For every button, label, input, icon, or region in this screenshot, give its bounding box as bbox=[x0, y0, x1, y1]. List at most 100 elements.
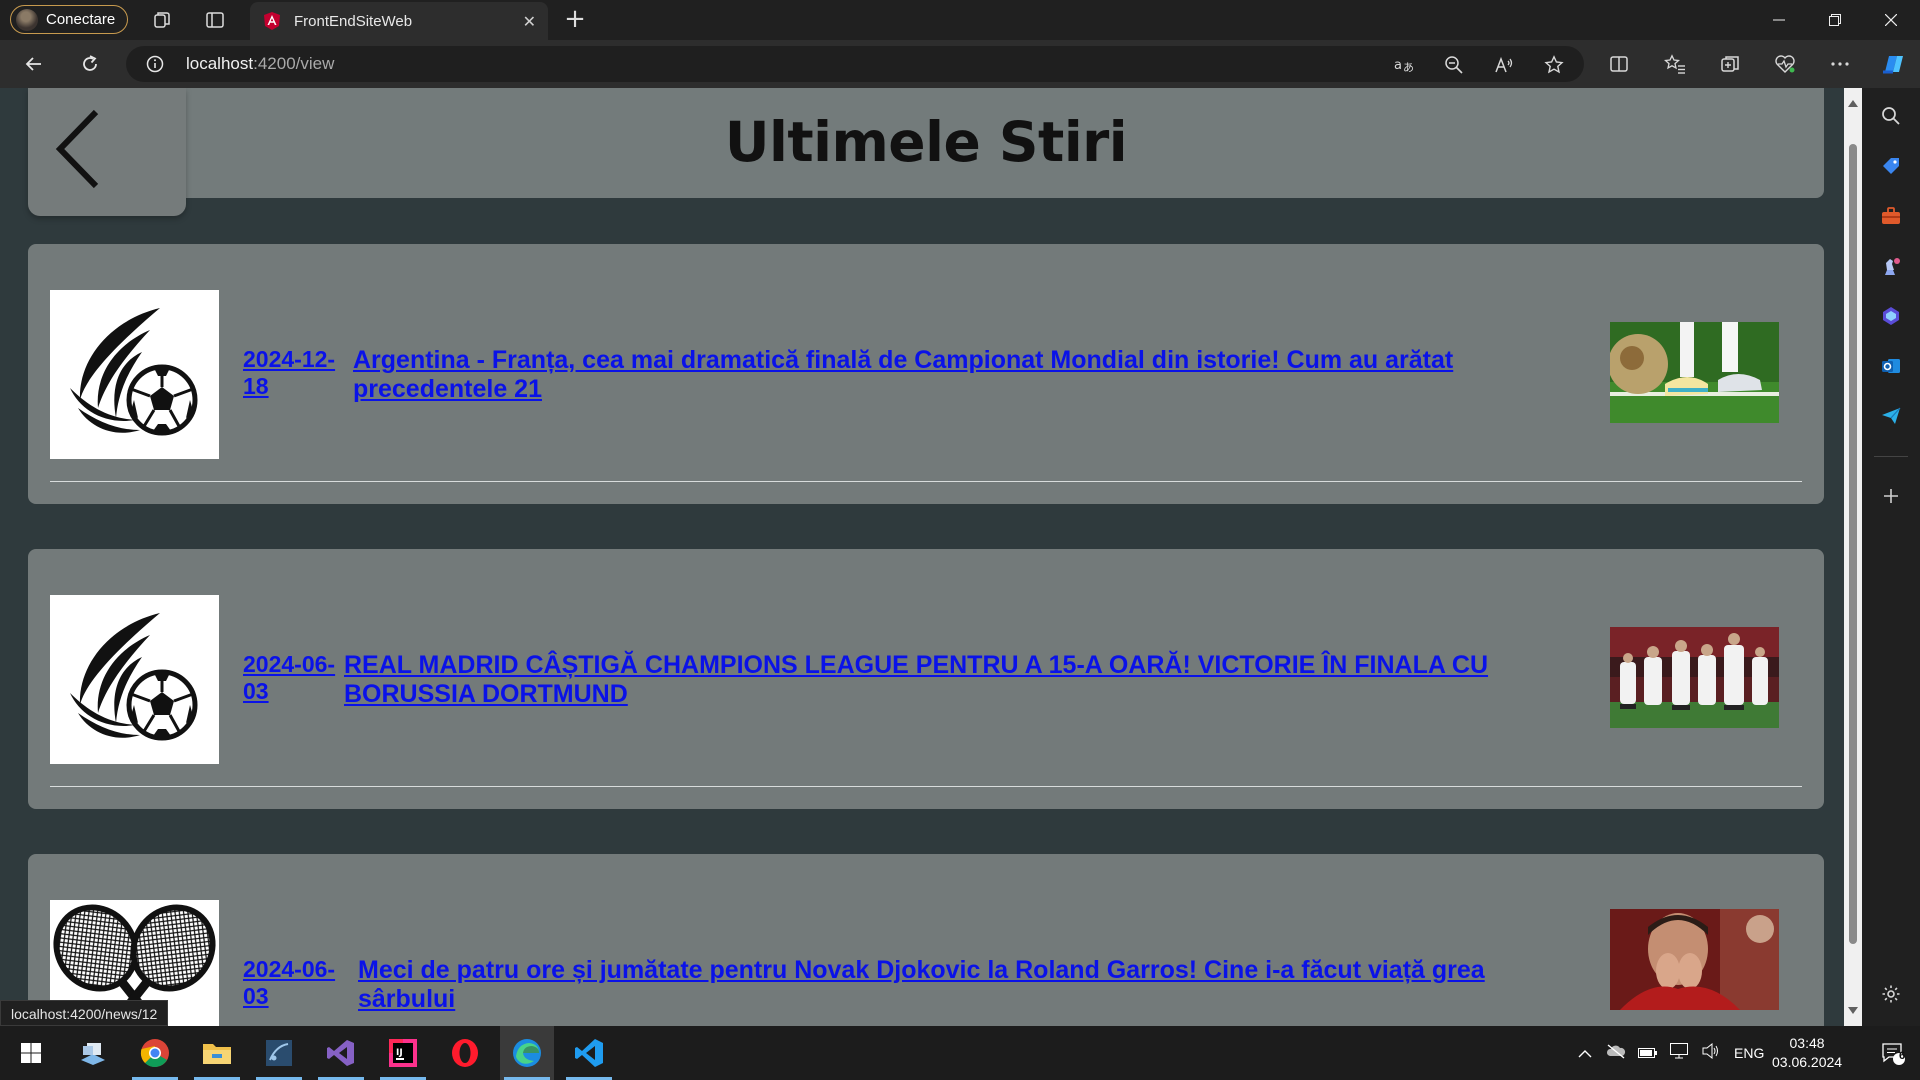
refresh-button[interactable] bbox=[74, 48, 106, 80]
scroll-up-arrow[interactable] bbox=[1848, 100, 1858, 107]
profile-label: Conectare bbox=[46, 11, 116, 28]
team-celebration-photo[interactable] bbox=[1610, 627, 1779, 728]
news-date[interactable]: 2024-06- 03 bbox=[243, 956, 343, 1010]
task-view-icon[interactable] bbox=[66, 1026, 120, 1080]
system-tray: ENG bbox=[1578, 1026, 1764, 1080]
add-icon[interactable] bbox=[1879, 484, 1903, 508]
news-date-line: 03 bbox=[243, 983, 269, 1009]
read-aloud-icon[interactable] bbox=[1492, 53, 1516, 77]
microsoft365-icon[interactable] bbox=[1879, 304, 1903, 328]
workbench-icon[interactable] bbox=[252, 1026, 306, 1080]
address-bar[interactable]: localhost:4200/view aあ bbox=[126, 46, 1584, 82]
notifications-icon[interactable]: 6 bbox=[1866, 1026, 1920, 1080]
translate-icon[interactable]: aあ bbox=[1392, 53, 1416, 77]
vertical-tabs-icon[interactable] bbox=[201, 6, 229, 34]
onedrive-offline-icon[interactable] bbox=[1606, 1043, 1626, 1063]
zoom-out-icon[interactable] bbox=[1442, 53, 1466, 77]
news-title-line: REAL MADRID CÂȘTIGĂ CHAMPIONS LEAGUE PEN… bbox=[344, 651, 1489, 679]
browser-essentials-icon[interactable] bbox=[1771, 50, 1799, 78]
news-title-line: Meci de patru ore și jumătate pentru Nov… bbox=[358, 956, 1485, 984]
settings-gear-icon[interactable] bbox=[1879, 982, 1903, 1006]
edge-sidebar bbox=[1862, 88, 1920, 1026]
divider bbox=[50, 786, 1802, 787]
browser-titlebar: Conectare FrontEndSiteWeb ✕ + bbox=[0, 0, 1920, 40]
clock-time: 03:48 bbox=[1789, 1035, 1825, 1051]
copilot-icon[interactable] bbox=[1877, 48, 1909, 80]
url-path: :4200/view bbox=[253, 54, 335, 73]
news-date[interactable]: 2024-12- 18 bbox=[243, 346, 343, 400]
workspaces-icon[interactable] bbox=[148, 6, 176, 34]
favorite-star-icon[interactable] bbox=[1542, 53, 1566, 77]
windows-taskbar: IJ ENG 03:48 03.06.2024 6 bbox=[0, 1026, 1920, 1080]
news-date-line: 03 bbox=[243, 678, 269, 704]
page-header: Ultimele Stiri bbox=[28, 88, 1824, 198]
news-title-line: precedentele 21 bbox=[353, 375, 542, 403]
edge-icon[interactable] bbox=[500, 1026, 554, 1080]
news-date-line: 2024-12- bbox=[243, 346, 336, 372]
news-title-line: sârbului bbox=[358, 985, 456, 1013]
page-scrollbar[interactable] bbox=[1844, 88, 1862, 1026]
windows-start-icon[interactable] bbox=[4, 1026, 58, 1080]
news-date-line: 18 bbox=[243, 373, 269, 399]
restore-button[interactable] bbox=[1806, 0, 1864, 40]
intellij-icon[interactable]: IJ bbox=[376, 1026, 430, 1080]
minimize-button[interactable] bbox=[1750, 0, 1808, 40]
close-window-button[interactable] bbox=[1862, 0, 1920, 40]
profile-button[interactable]: Conectare bbox=[10, 5, 129, 34]
favorites-icon[interactable] bbox=[1661, 50, 1689, 78]
news-date-line: 2024-06- bbox=[243, 956, 336, 982]
clock-date: 03.06.2024 bbox=[1772, 1054, 1843, 1070]
back-button[interactable] bbox=[28, 88, 186, 216]
djokovic-photo[interactable] bbox=[1610, 909, 1779, 1010]
new-tab-button[interactable]: + bbox=[560, 5, 590, 33]
scroll-thumb[interactable] bbox=[1849, 144, 1857, 944]
search-icon[interactable] bbox=[1879, 104, 1903, 128]
news-title-link[interactable]: Meci de patru ore și jumătate pentru Nov… bbox=[358, 956, 1485, 1014]
browser-toolbar: localhost:4200/view aあ bbox=[0, 40, 1920, 88]
tab-close-icon[interactable]: ✕ bbox=[523, 12, 536, 31]
url-text: localhost:4200/view bbox=[186, 54, 334, 74]
svg-text:あ: あ bbox=[1403, 61, 1414, 74]
news-title-link[interactable]: Argentina - Franța, cea mai dramatică fi… bbox=[353, 346, 1453, 404]
news-card: 2024-12- 18 Argentina - Franța, cea mai d… bbox=[28, 244, 1824, 504]
football-boots-photo[interactable] bbox=[1610, 322, 1779, 423]
angular-icon bbox=[264, 12, 280, 30]
tools-icon[interactable] bbox=[1879, 204, 1903, 228]
language-indicator[interactable]: ENG bbox=[1734, 1045, 1764, 1061]
svg-text:IJ: IJ bbox=[396, 1048, 403, 1058]
back-nav-button[interactable] bbox=[18, 48, 50, 80]
tab-frontendsiteweb[interactable]: FrontEndSiteWeb ✕ bbox=[250, 2, 548, 40]
network-icon[interactable] bbox=[1670, 1043, 1690, 1063]
volume-icon[interactable] bbox=[1702, 1042, 1720, 1063]
collections-icon[interactable] bbox=[1716, 50, 1744, 78]
file-explorer-icon[interactable] bbox=[190, 1026, 244, 1080]
news-card: 2024-06- 03 Meci de patru ore și jumătate… bbox=[28, 854, 1824, 1026]
more-menu-icon[interactable] bbox=[1826, 50, 1854, 78]
system-clock[interactable]: 03:48 03.06.2024 bbox=[1772, 1034, 1842, 1072]
vscode-icon[interactable] bbox=[562, 1026, 616, 1080]
split-screen-icon[interactable] bbox=[1605, 50, 1633, 78]
sidebar-divider bbox=[1874, 456, 1908, 457]
scroll-down-arrow[interactable] bbox=[1848, 1007, 1858, 1014]
send-icon[interactable] bbox=[1879, 404, 1903, 428]
news-title-link[interactable]: REAL MADRID CÂȘTIGĂ CHAMPIONS LEAGUE PEN… bbox=[344, 651, 1488, 709]
svg-text:a: a bbox=[1394, 58, 1402, 73]
chevron-left-icon bbox=[55, 109, 99, 189]
soccer-ball-icon bbox=[50, 595, 219, 764]
games-icon[interactable] bbox=[1879, 254, 1903, 278]
outlook-icon[interactable] bbox=[1879, 354, 1903, 378]
chrome-icon[interactable] bbox=[128, 1026, 182, 1080]
page-viewport: Ultimele Stiri 2024-12- 18 Argentina - F… bbox=[0, 88, 1844, 1026]
notification-count-badge: 6 bbox=[1899, 1050, 1906, 1062]
shopping-tag-icon[interactable] bbox=[1879, 154, 1903, 178]
chevron-up-icon[interactable] bbox=[1578, 1044, 1592, 1063]
url-host: localhost bbox=[186, 54, 254, 73]
avatar bbox=[16, 8, 38, 31]
battery-icon[interactable] bbox=[1638, 1044, 1658, 1063]
news-title-line: Argentina - Franța, cea mai dramatică fi… bbox=[353, 346, 1454, 374]
news-date-line: 2024-06- bbox=[243, 651, 336, 677]
opera-icon[interactable] bbox=[438, 1026, 492, 1080]
news-date[interactable]: 2024-06- 03 bbox=[243, 651, 343, 705]
visual-studio-icon[interactable] bbox=[314, 1026, 368, 1080]
site-info-icon[interactable] bbox=[146, 55, 164, 77]
